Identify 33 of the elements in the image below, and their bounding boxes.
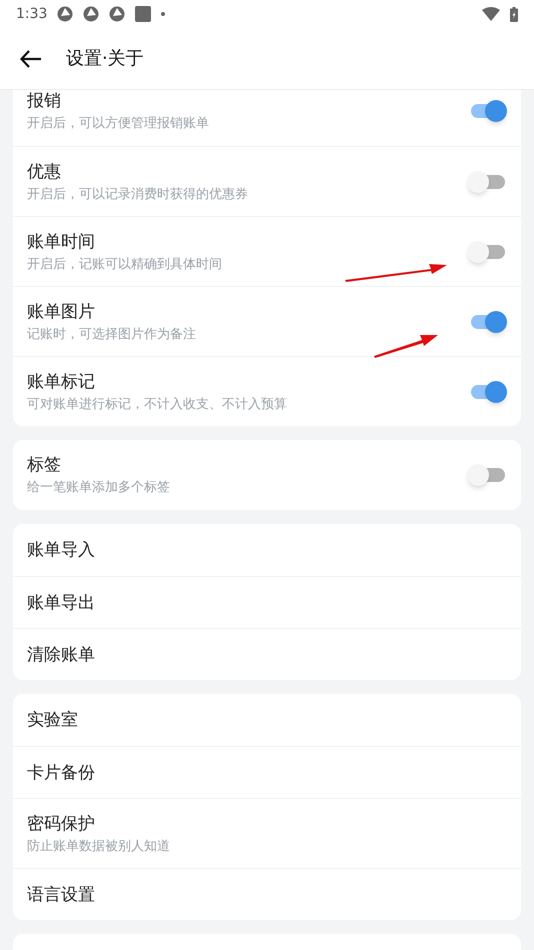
- setting-title: 标签: [27, 454, 61, 477]
- page-title: 设置·关于: [66, 47, 144, 71]
- settings-row[interactable]: 清除账单: [13, 628, 521, 680]
- setting-title: 优惠: [27, 160, 61, 184]
- setting-title: 账单导入: [27, 539, 95, 562]
- setting-title: 账单图片: [27, 300, 95, 324]
- status-time: 1:33: [16, 4, 48, 24]
- settings-row[interactable]: 账单标记 可对账单进行标记，不计入收支、不计入预算: [13, 356, 521, 426]
- settings-row[interactable]: 语言设置: [13, 868, 521, 920]
- setting-title: 账单导出: [27, 592, 95, 614]
- setting-description: 开启后，可以方便管理报销账单: [27, 115, 209, 133]
- settings-row[interactable]: 账单导出: [13, 576, 521, 628]
- setting-title: 账单时间: [27, 230, 95, 254]
- setting-title: 卡片备份: [27, 762, 95, 784]
- setting-title: 账单标记: [27, 370, 95, 394]
- setting-description: 开启后，可以记录消费时获得的优惠券: [27, 186, 248, 204]
- setting-title: 实验室: [27, 709, 78, 732]
- setting-title: 清除账单: [27, 644, 95, 666]
- settings-row[interactable]: 标签 给一笔账单添加多个标签: [13, 440, 521, 510]
- setting-description: 防止账单数据被别人知道: [27, 838, 170, 856]
- settings-row[interactable]: 卡片备份: [13, 746, 521, 798]
- settings-row[interactable]: 实验室: [13, 694, 521, 746]
- settings-row[interactable]: 优惠 开启后，可以记录消费时获得的优惠券: [13, 146, 521, 216]
- setting-title: 报销: [27, 90, 61, 113]
- setting-title: 密码保护: [27, 812, 95, 836]
- setting-description: 记账时，可选择图片作为备注: [27, 326, 196, 344]
- setting-description: 开启后，记账可以精确到具体时间: [27, 256, 222, 274]
- setting-description: 可对账单进行标记，不计入收支、不计入预算: [27, 396, 287, 414]
- settings-row[interactable]: 报销 开启后，可以方便管理报销账单: [13, 90, 521, 146]
- setting-description: 给一笔账单添加多个标签: [27, 479, 170, 497]
- setting-title: 语言设置: [27, 884, 95, 906]
- settings-row[interactable]: 密码保护 防止账单数据被别人知道: [13, 798, 521, 868]
- settings-row[interactable]: 账单导入: [13, 524, 521, 576]
